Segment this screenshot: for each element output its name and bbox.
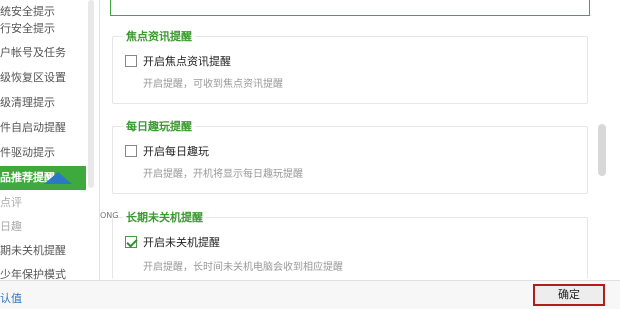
sidebar-item-run-security[interactable]: 行安全提示 [0,17,88,41]
overlay-fragment: ONG [100,211,119,220]
section-title: 长期未关机提醒 [123,209,206,225]
dialog-footer: 认值 确定 [0,280,620,309]
section-focus-news: 焦点资讯提醒 开启焦点资讯提醒 开启提醒，可收到焦点资讯提醒 [112,28,588,104]
sidebar-item-long-on[interactable]: 期未关机提醒 [0,239,88,263]
sidebar-item-focus[interactable]: 点评 [0,191,88,215]
sidebar-item-account-tasks[interactable]: 户帐号及任务 [0,41,88,65]
section-daily-fun: 每日趣玩提醒 开启每日趣玩 开启提醒，开机将显示每日趣玩提醒 [112,118,588,194]
section-title: 焦点资讯提醒 [123,28,195,44]
sidebar-item-product-recommend[interactable]: 品推荐提醒 [0,166,86,190]
checkbox-label: 开启每日趣玩 [143,145,209,158]
section-title: 每日趣玩提醒 [123,118,195,134]
checkbox-icon[interactable] [125,55,137,67]
ok-button[interactable]: 确定 [533,284,605,306]
checkbox-label: 开启未关机提醒 [143,236,220,249]
sidebar-item-recovery-settings[interactable]: 级恢复区设置 [0,66,88,90]
settings-sidebar: 统安全提示 行安全提示 户帐号及任务 级恢复区设置 级清理提示 件自启动提醒 件… [0,0,100,281]
sidebar-item-autostart[interactable]: 件自启动提醒 [0,116,88,140]
sidebar-item-cleanup-tips[interactable]: 级清理提示 [0,91,88,115]
sidebar-item-driver-tips[interactable]: 件驱动提示 [0,141,88,165]
section-description: 开启提醒，开机将显示每日趣玩提醒 [143,169,303,180]
sidebar-item-daily[interactable]: 日趣 [0,215,88,239]
main-scrollbar-thumb[interactable] [598,124,606,176]
daily-fun-toggle[interactable]: 开启每日趣玩 [125,143,209,159]
previous-section-box [110,0,590,16]
checkbox-icon[interactable] [125,145,137,157]
checkbox-checked-icon[interactable] [125,236,137,248]
long-on-toggle[interactable]: 开启未关机提醒 [125,234,220,250]
restore-defaults-link[interactable]: 认值 [0,290,22,306]
settings-main-panel: 焦点资讯提醒 开启焦点资讯提醒 开启提醒，可收到焦点资讯提醒 每日趣玩提醒 开启… [100,0,620,280]
section-description: 开启提醒，长时间未关机电脑会收到相应提醒 [143,262,343,273]
pointer-arrow-icon [44,172,72,184]
section-description: 开启提醒，可收到焦点资讯提醒 [143,79,283,90]
section-long-on: 长期未关机提醒 开启未关机提醒 开启提醒，长时间未关机电脑会收到相应提醒 [112,209,588,279]
checkbox-label: 开启焦点资讯提醒 [143,55,231,68]
sidebar-scrollbar[interactable] [88,0,94,188]
focus-news-toggle[interactable]: 开启焦点资讯提醒 [125,53,231,69]
